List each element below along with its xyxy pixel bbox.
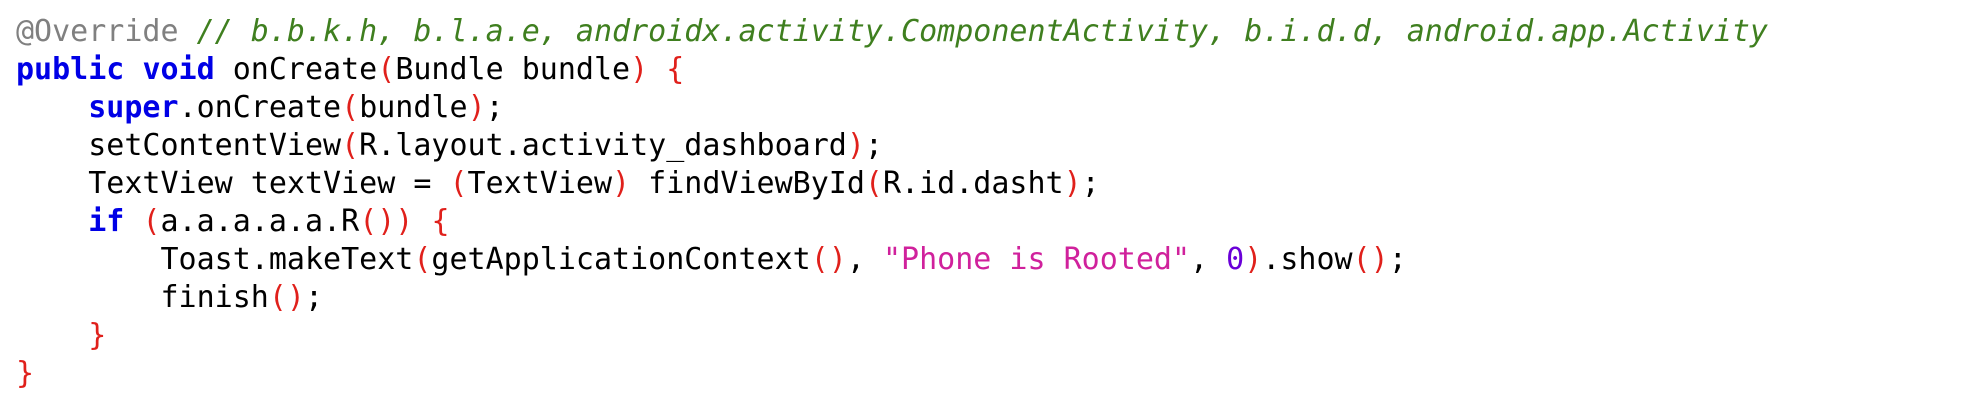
code-line: setContentView(R.layout.activity_dashboa…: [16, 127, 1768, 165]
code-token-ident: bundle: [359, 90, 468, 125]
code-token-ident: [124, 204, 142, 239]
code-token-punct: }: [88, 318, 107, 353]
code-token-ident: onCreate: [214, 52, 378, 87]
code-token-ident: [16, 318, 88, 353]
code-token-punct: (: [449, 166, 468, 201]
code-token-punct: {: [431, 204, 450, 239]
code-token-ident: ;: [305, 280, 324, 315]
code-token-keyword: super: [88, 90, 179, 125]
code-token-punct: ): [612, 166, 631, 201]
code-token-punct: (: [413, 242, 432, 277]
code-token-keyword: if: [88, 204, 125, 239]
code-token-punct: (: [341, 90, 360, 125]
code-line: public void onCreate(Bundle bundle) {: [16, 51, 1768, 89]
code-token-punct: ): [630, 52, 649, 87]
code-token-comment: // b.b.k.h, b.l.a.e, androidx.activity.C…: [196, 14, 1768, 49]
code-token-number: 0: [1226, 242, 1245, 277]
code-token-ident: R.id.dasht: [882, 166, 1064, 201]
code-token-string: "Phone is Rooted": [882, 242, 1191, 277]
code-token-ident: [413, 204, 431, 239]
code-token-ident: .show: [1262, 242, 1353, 277]
code-viewer: @Override // b.b.k.h, b.l.a.e, androidx.…: [0, 0, 1970, 402]
code-token-punct: (: [341, 128, 360, 163]
code-line: }: [16, 317, 1768, 355]
code-line: if (a.a.a.a.a.R()) {: [16, 203, 1768, 241]
code-token-punct: ): [1244, 242, 1263, 277]
code-line: @Override // b.b.k.h, b.l.a.e, androidx.…: [16, 13, 1768, 51]
code-token-punct: ): [467, 90, 486, 125]
code-token-punct: (: [377, 52, 396, 87]
code-token-keyword: void: [142, 52, 215, 87]
code-token-punct: ): [1063, 166, 1082, 201]
code-token-ident: [16, 204, 88, 239]
code-token-ident: [16, 90, 88, 125]
code-token-ident: .onCreate: [178, 90, 342, 125]
code-token-keyword: public: [16, 52, 125, 87]
code-token-ident: findViewById: [630, 166, 865, 201]
code-token-punct: (: [142, 204, 161, 239]
code-token-ident: finish: [16, 280, 269, 315]
code-token-ident: Bundle bundle: [395, 52, 631, 87]
code-token-punct: (): [810, 242, 847, 277]
code-token-ident: ;: [485, 90, 504, 125]
code-token-ident: [124, 52, 142, 87]
code-token-punct: }: [16, 356, 35, 391]
code-token-punct: ): [846, 128, 865, 163]
code-line: finish();: [16, 279, 1768, 317]
code-token-punct: (): [1352, 242, 1389, 277]
code-line: Toast.makeText(getApplicationContext(), …: [16, 241, 1768, 279]
code-line: TextView textView = (TextView) findViewB…: [16, 165, 1768, 203]
code-block: @Override // b.b.k.h, b.l.a.e, androidx.…: [16, 13, 1768, 393]
code-line: }: [16, 355, 1768, 393]
code-token-ident: TextView: [467, 166, 613, 201]
code-token-ident: [179, 14, 197, 49]
code-token-ident: Toast.makeText: [16, 242, 414, 277]
code-token-ident: TextView textView =: [16, 166, 450, 201]
code-token-ident: ,: [1190, 242, 1227, 277]
code-token-ident: a.a.a.a.a.R: [160, 204, 360, 239]
code-token-punct: (: [864, 166, 883, 201]
code-token-punct: ()): [359, 204, 414, 239]
code-token-ident: [648, 52, 666, 87]
code-token-punct: {: [666, 52, 685, 87]
code-token-ident: getApplicationContext: [431, 242, 811, 277]
code-token-ident: ,: [846, 242, 883, 277]
code-token-annotation: @Override: [16, 14, 179, 49]
code-token-ident: ;: [1388, 242, 1407, 277]
code-token-ident: ;: [864, 128, 883, 163]
code-token-ident: ;: [1081, 166, 1100, 201]
code-token-ident: R.layout.activity_dashboard: [359, 128, 847, 163]
code-token-ident: setContentView: [16, 128, 342, 163]
code-token-punct: (): [268, 280, 305, 315]
code-line: super.onCreate(bundle);: [16, 89, 1768, 127]
